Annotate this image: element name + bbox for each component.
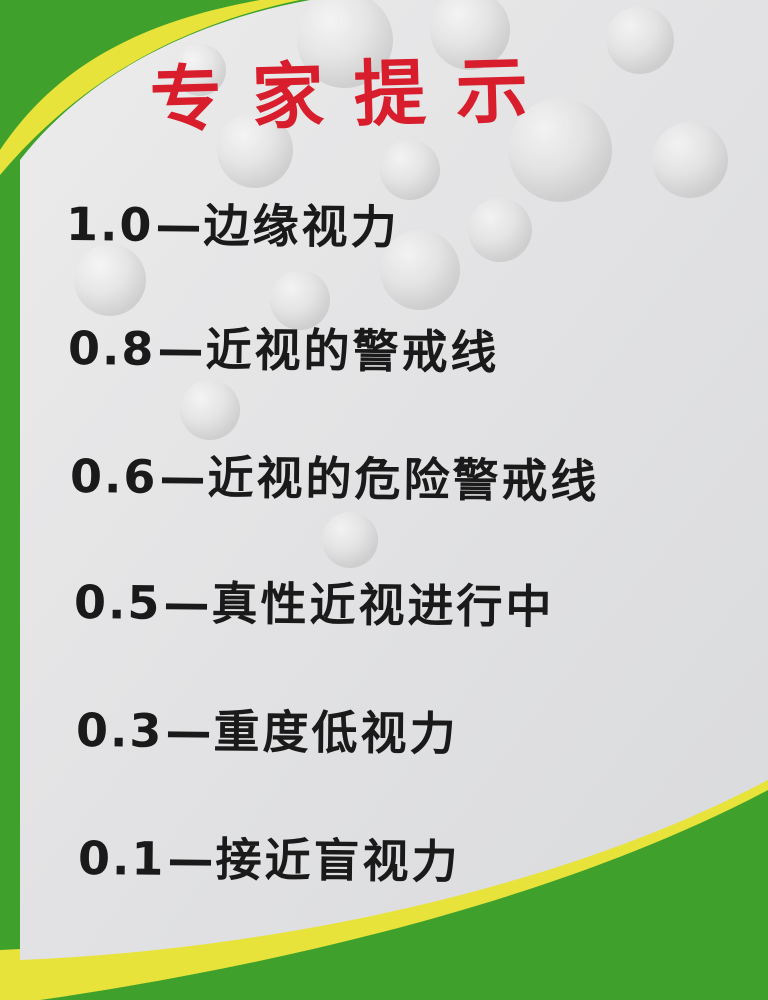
tip-value: 0.5	[73, 575, 162, 630]
tip-value: 0.1	[77, 831, 166, 886]
tip-separator: —	[163, 575, 210, 631]
tip-item: 0.8—近视的警戒线	[68, 316, 500, 385]
tip-separator: —	[167, 831, 214, 887]
tip-value: 1.0	[65, 197, 154, 252]
tip-separator: —	[155, 197, 202, 253]
vision-tips-list: 1.0—边缘视力 0.8—近视的警戒线 0.6—近视的危险警戒线 0.5—真性近…	[0, 0, 768, 1000]
tip-label: 重度低视力	[213, 704, 459, 762]
tip-value: 0.6	[69, 449, 158, 504]
tip-label: 接近盲视力	[215, 832, 461, 890]
tip-label: 真性近视进行中	[211, 576, 555, 635]
tip-separator: —	[159, 449, 206, 505]
tip-item: 0.5—真性近视进行中	[74, 570, 555, 639]
tip-label: 边缘视力	[203, 198, 400, 255]
tip-value: 0.3	[75, 703, 164, 758]
tip-item: 0.3—重度低视力	[76, 698, 459, 766]
vision-tips-poster: 专家提示 1.0—边缘视力 0.8—近视的警戒线 0.6—近视的危险警戒线 0.…	[0, 0, 768, 1000]
tip-label: 近视的警戒线	[205, 322, 500, 380]
tip-separator: —	[157, 321, 204, 377]
tip-item: 0.1—接近盲视力	[78, 826, 461, 894]
tip-item: 0.6—近视的危险警戒线	[70, 444, 600, 514]
tip-label: 近视的危险警戒线	[207, 450, 600, 509]
tip-value: 0.8	[67, 321, 156, 376]
tip-separator: —	[165, 703, 212, 759]
tip-item: 1.0—边缘视力	[66, 192, 400, 259]
